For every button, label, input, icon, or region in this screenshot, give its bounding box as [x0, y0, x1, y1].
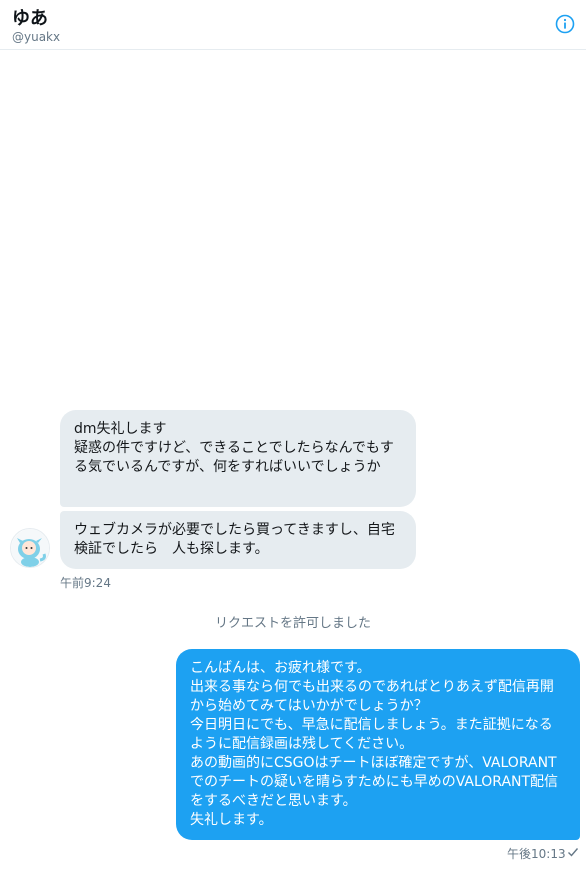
info-icon[interactable]	[555, 14, 575, 34]
request-accepted-notice: リクエストを許可しました	[214, 616, 371, 631]
checkmark-icon	[568, 848, 579, 857]
incoming-message[interactable]: ウェブカメラが必要でしたら買ってきますし、自宅検証でしたら 人も探します。	[60, 511, 416, 569]
outgoing-message[interactable]: こんばんは、お疲れ様です。 出来る事なら何でも出来るのであればとりあえず配信再開…	[176, 649, 580, 840]
conversation-header: ゆあ @yuakx	[0, 0, 586, 50]
message-timestamp: 午後10:13	[507, 847, 566, 861]
conversation-name[interactable]: ゆあ	[12, 4, 48, 30]
avatar[interactable]	[10, 528, 50, 568]
conversation-handle[interactable]: @yuakx	[12, 30, 60, 44]
message-timestamp: 午前9:24	[60, 576, 111, 590]
incoming-message[interactable]: dm失礼します 疑惑の件ですけど、できることでしたらなんでもする気でいるんですが…	[60, 410, 416, 507]
avatar-illustration	[11, 529, 49, 567]
